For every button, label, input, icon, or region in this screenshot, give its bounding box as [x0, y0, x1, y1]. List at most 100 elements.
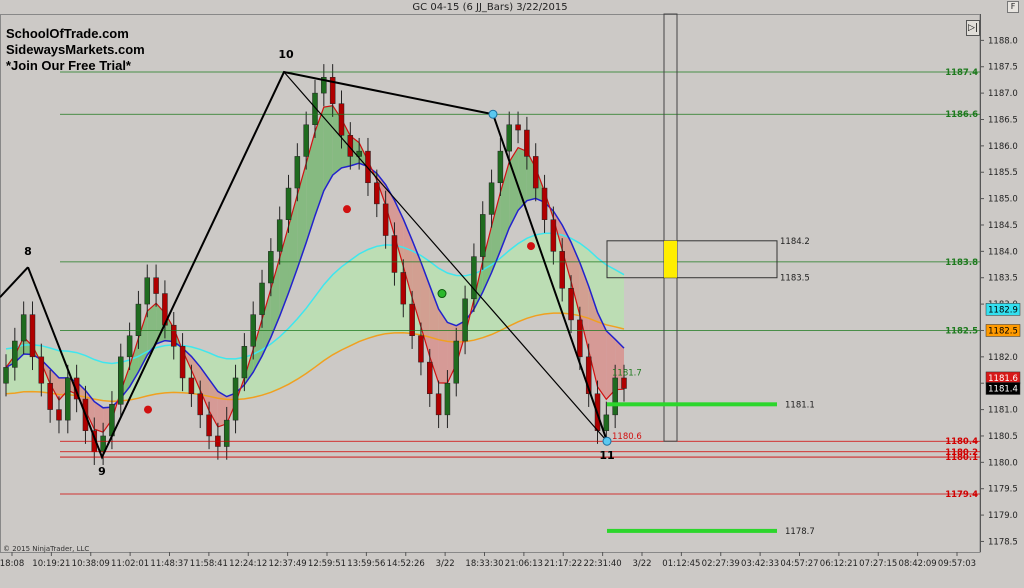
y-tick-label: 1181.0 [988, 406, 1018, 416]
candle [418, 335, 424, 363]
candle [515, 124, 521, 131]
x-tick-label: 04:57:27 [780, 559, 818, 569]
candle [47, 382, 53, 410]
x-tick-label: 12:59:51 [308, 559, 346, 569]
candle [241, 346, 248, 379]
y-tick-label: 1182.0 [988, 353, 1018, 363]
price-chart[interactable]: 1188.0 1187.5 1187.0 1186.5 1186.0 1185.5 1185… [0, 0, 1024, 588]
candle [427, 361, 433, 395]
x-tick-label: 12:24:12 [229, 559, 267, 569]
brand-line-2: SidewaysMarkets.com [6, 42, 145, 57]
candle [400, 272, 407, 305]
pivot-marker [488, 109, 498, 119]
x-tick-label: 13:59:56 [347, 559, 385, 569]
candle [365, 150, 371, 184]
candle [12, 340, 18, 368]
x-tick-label: 21:17:22 [544, 559, 582, 569]
x-tick-label: 06:12:21 [820, 559, 858, 569]
candle [144, 277, 151, 305]
y-tick-label: 1188.0 [988, 36, 1018, 46]
candle [409, 303, 415, 336]
level-label: 1183.8 [945, 258, 978, 268]
candle [382, 203, 389, 236]
candle [497, 150, 504, 184]
candle [550, 219, 557, 252]
zigzag-start [0, 266, 29, 298]
level-label: 1182.5 [945, 326, 978, 336]
ribbon-segment [597, 312, 607, 400]
candle [3, 367, 9, 384]
candle [603, 414, 610, 431]
cross-dot-green [437, 289, 447, 299]
candle [206, 414, 212, 437]
candle [338, 103, 345, 136]
x-tick-label: 11:48:37 [150, 559, 188, 569]
candle [197, 393, 203, 416]
candle [259, 282, 265, 315]
y-tick-label: 1185.0 [988, 195, 1018, 205]
candle [268, 251, 274, 284]
candle [612, 377, 618, 416]
candle [223, 419, 230, 447]
candle [577, 319, 583, 358]
y-tick-label: 1180.0 [988, 458, 1018, 468]
cross-dot-red [527, 242, 535, 251]
candle [135, 303, 142, 336]
target-label: 1178.7 [785, 527, 815, 537]
price-tag-label: 1182.9 [988, 305, 1018, 315]
candle [444, 382, 451, 416]
y-tick-label: 1184.5 [988, 221, 1018, 231]
brand-line-1: SchoolOfTrade.com [6, 26, 129, 41]
x-tick-label: 22:31:40 [584, 559, 622, 569]
x-tick-label: 10:38:09 [72, 559, 110, 569]
y-tick-label: 1179.0 [988, 511, 1018, 521]
scroll-to-end-icon[interactable]: ▷| [966, 20, 980, 36]
box-low-label: 1183.5 [780, 274, 810, 284]
x-tick-label: 3/22 [436, 559, 455, 569]
y-tick-label: 1187.5 [988, 63, 1018, 73]
candle [188, 377, 195, 395]
projection-highlight [664, 240, 677, 278]
candle [56, 409, 62, 421]
x-tick-label: 03:42:33 [741, 559, 779, 569]
level-label: 1179.4 [945, 490, 978, 500]
candle [29, 314, 36, 358]
candle [471, 256, 477, 300]
x-tick-label: 11:58:41 [190, 559, 228, 569]
candle [179, 346, 186, 379]
level-label: 1180.1 [945, 453, 978, 463]
x-tick-label: 10:19:21 [32, 559, 70, 569]
target-label: 1181.1 [785, 400, 815, 410]
y-tick-label: 1180.5 [988, 432, 1018, 442]
candle [303, 124, 309, 157]
level-label: 1186.6 [945, 110, 978, 120]
swing-label: 10 [278, 48, 294, 61]
x-tick-label: 09:57:03 [938, 559, 976, 569]
candle [285, 187, 292, 220]
swing-label: 11 [599, 449, 614, 462]
target-bar [607, 402, 777, 407]
x-tick-label: 01:12:45 [662, 559, 700, 569]
candle [153, 277, 159, 294]
candle [506, 124, 512, 152]
x-tick-label: 12:37:49 [269, 559, 307, 569]
x-tick-label: 21:06:13 [505, 559, 543, 569]
candle [38, 356, 45, 384]
candle [541, 187, 548, 220]
swing-label: 8 [24, 245, 32, 258]
level-label: 1187.4 [945, 68, 978, 78]
target-bar [607, 528, 777, 533]
candle [118, 356, 124, 405]
candle [479, 214, 486, 257]
candle [462, 298, 468, 342]
x-tick-label: 14:52:26 [387, 559, 425, 569]
current-label: 1181.7 [612, 369, 642, 379]
y-tick-label: 1186.5 [988, 115, 1018, 125]
candle [435, 393, 442, 416]
pivot-marker [602, 436, 612, 446]
brand-line-3: *Join Our Free Trial* [6, 58, 131, 73]
projection-box [606, 240, 778, 279]
candle [532, 156, 539, 189]
x-tick-label: 11:02:01 [111, 559, 149, 569]
cross-dot-red [144, 405, 152, 414]
